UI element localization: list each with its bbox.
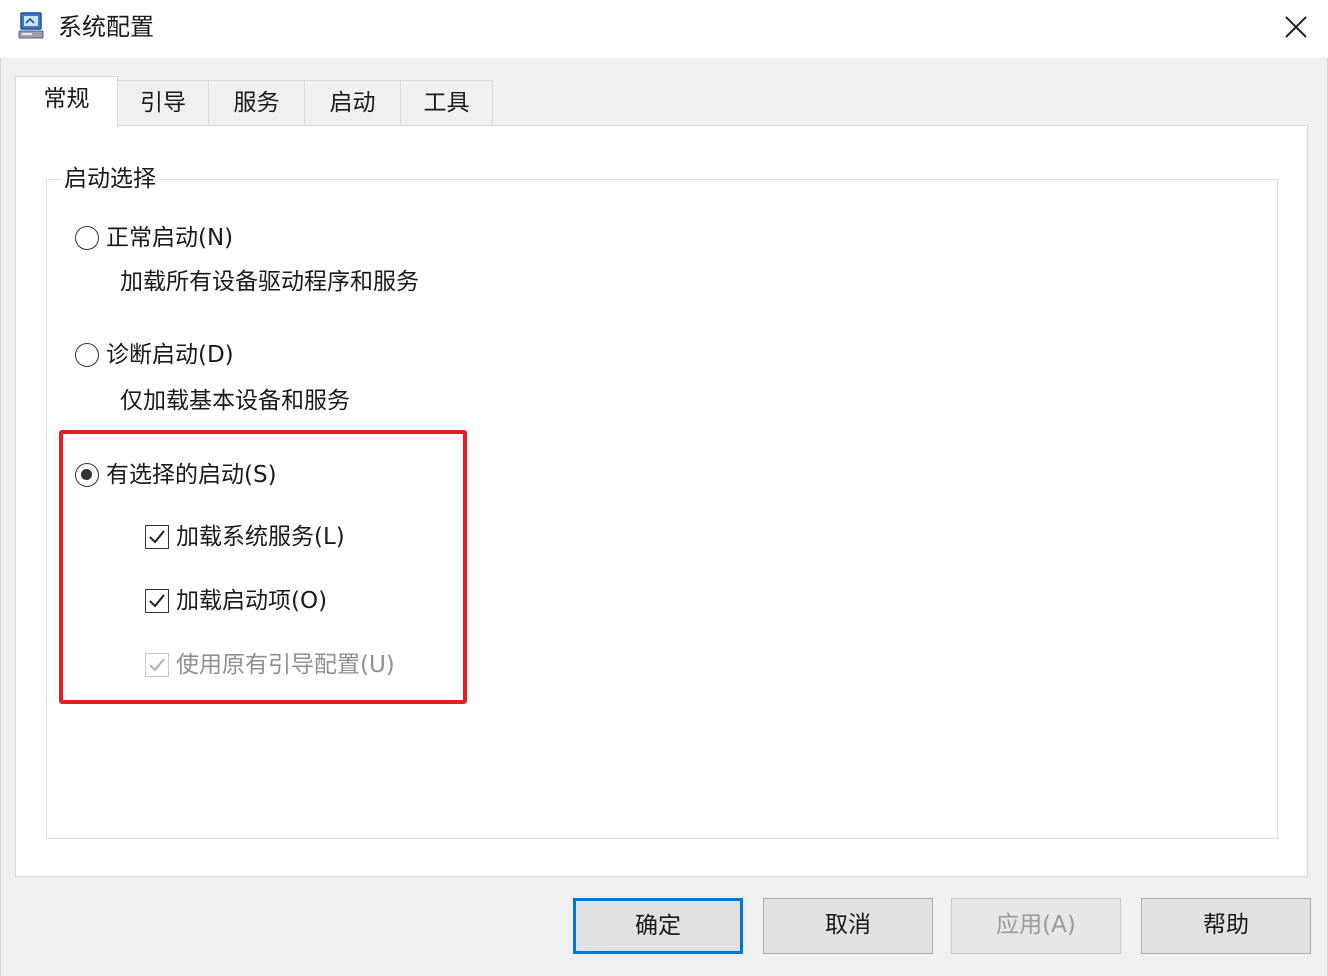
tab-label: 服务 [233, 90, 280, 116]
close-button[interactable] [1270, 6, 1322, 50]
tab-label: 常规 [43, 86, 90, 112]
title-bar [0, 0, 1328, 58]
load-startup-items-label[interactable]: 加载启动项(O) [176, 584, 327, 618]
ok-button[interactable]: 确定 [573, 898, 743, 954]
help-button[interactable]: 帮助 [1141, 898, 1311, 954]
tab-boot[interactable]: 引导 [117, 80, 209, 125]
radio-selected-dot [81, 469, 92, 480]
checkmark-icon [149, 530, 165, 544]
use-original-boot-config-label: 使用原有引导配置(U) [176, 652, 395, 678]
tab-services[interactable]: 服务 [208, 80, 305, 125]
group-legend: 启动选择 [60, 162, 160, 196]
load-system-services-label[interactable]: 加载系统服务(L) [176, 520, 345, 554]
load-system-services-checkbox[interactable] [145, 525, 169, 549]
diagnostic-startup-label[interactable]: 诊断启动(D) [106, 338, 234, 372]
tab-label: 工具 [423, 90, 470, 116]
close-icon [1285, 16, 1307, 38]
msconfig-app-icon [18, 11, 46, 41]
cancel-button[interactable]: 取消 [763, 898, 933, 954]
normal-startup-label[interactable]: 正常启动(N) [106, 221, 233, 255]
tab-startup[interactable]: 启动 [304, 80, 401, 125]
checkmark-icon [149, 658, 165, 672]
selective-startup-radio[interactable] [75, 463, 99, 487]
tab-tools[interactable]: 工具 [400, 80, 493, 125]
tab-label: 启动 [329, 90, 376, 116]
tab-general[interactable]: 常规 [15, 76, 118, 128]
selective-startup-label[interactable]: 有选择的启动(S) [106, 458, 277, 492]
checkmark-icon [149, 594, 165, 608]
apply-button: 应用(A) [951, 898, 1121, 954]
normal-startup-description: 加载所有设备驱动程序和服务 [120, 269, 419, 295]
normal-startup-radio[interactable] [75, 226, 99, 250]
tab-label: 引导 [140, 90, 186, 116]
diagnostic-startup-description: 仅加载基本设备和服务 [120, 388, 350, 414]
use-original-boot-config-checkbox [145, 653, 169, 677]
window-title: 系统配置 [58, 13, 154, 41]
load-startup-items-checkbox[interactable] [145, 589, 169, 613]
diagnostic-startup-radio[interactable] [75, 343, 99, 367]
